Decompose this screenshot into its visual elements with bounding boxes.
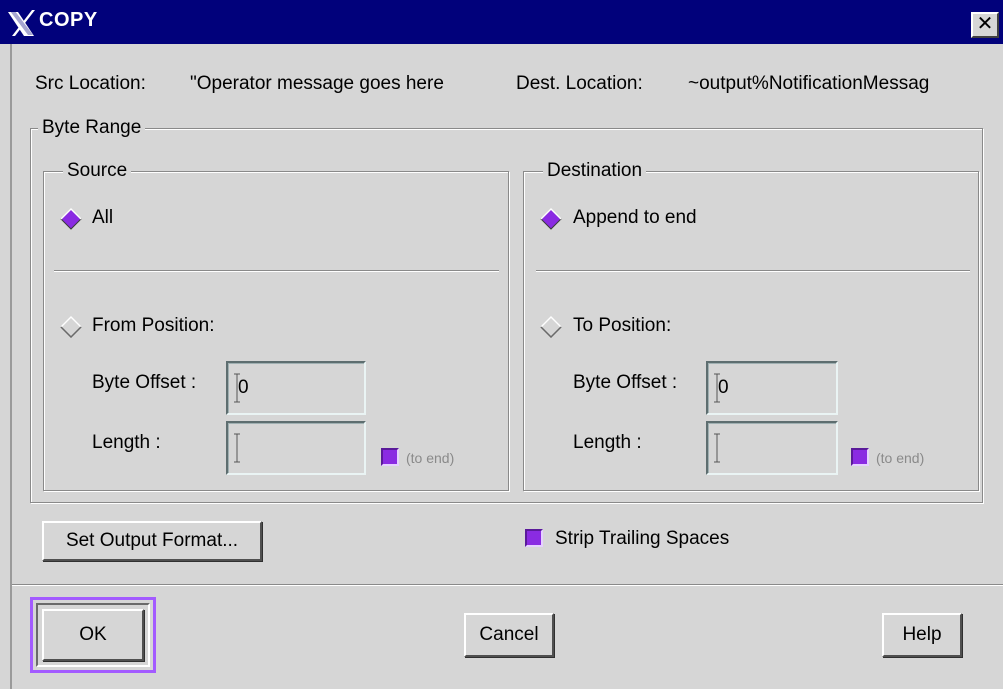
source-byte-offset-label: Byte Offset : [92, 372, 197, 393]
source-byte-offset-value: 0 [238, 377, 249, 398]
src-location-value: "Operator message goes here [190, 73, 444, 94]
dest-to-end-checkbox[interactable] [851, 448, 869, 466]
close-icon: ✕ [976, 13, 994, 35]
title-bar[interactable] [0, 0, 1003, 44]
destination-separator [536, 270, 970, 272]
dest-length-field[interactable] [706, 421, 838, 475]
source-title: Source [63, 160, 132, 182]
x-window-icon [6, 8, 36, 38]
src-location-label: Src Location: [35, 73, 146, 94]
dest-location-label: Dest. Location: [516, 73, 643, 94]
set-output-format-button[interactable]: Set Output Format... [42, 521, 262, 561]
source-to-end-checkbox[interactable] [381, 448, 399, 466]
strip-trailing-spaces-label: Strip Trailing Spaces [555, 528, 730, 549]
radio-unselected-icon [60, 316, 82, 338]
dest-length-label: Length : [573, 432, 642, 453]
dest-to-position-radio[interactable] [540, 316, 562, 338]
help-button[interactable]: Help [882, 613, 962, 657]
dest-byte-offset-label: Byte Offset : [573, 372, 678, 393]
cancel-button[interactable]: Cancel [464, 613, 554, 657]
dest-to-position-label: To Position: [573, 315, 672, 336]
close-button[interactable]: ✕ [971, 12, 999, 38]
ok-button[interactable]: OK [42, 609, 144, 661]
radio-selected-icon [540, 208, 562, 230]
destination-title: Destination [543, 160, 647, 182]
source-length-label: Length : [92, 432, 161, 453]
strip-trailing-spaces-checkbox[interactable] [525, 529, 543, 547]
dest-location-value: ~output%NotificationMessag [688, 73, 930, 94]
source-from-position-label: From Position: [92, 315, 215, 336]
source-separator [54, 270, 499, 272]
dest-byte-offset-field[interactable]: 0 [706, 361, 838, 415]
source-all-radio[interactable] [60, 208, 82, 230]
source-to-end-label: (to end) [406, 450, 455, 466]
radio-unselected-icon [540, 316, 562, 338]
source-from-position-radio[interactable] [60, 316, 82, 338]
dest-append-radio[interactable] [540, 208, 562, 230]
radio-selected-icon [60, 208, 82, 230]
dest-to-end-label: (to end) [876, 450, 925, 466]
dest-append-label: Append to end [573, 207, 697, 228]
source-length-field[interactable] [226, 421, 366, 475]
text-cursor-icon [234, 433, 240, 463]
source-all-label: All [92, 207, 114, 228]
text-cursor-icon [714, 433, 720, 463]
bottom-separator [12, 584, 1003, 586]
dest-byte-offset-value: 0 [718, 377, 729, 398]
byte-range-title: Byte Range [38, 117, 146, 139]
window-title: COPY [39, 9, 98, 31]
source-byte-offset-field[interactable]: 0 [226, 361, 366, 415]
